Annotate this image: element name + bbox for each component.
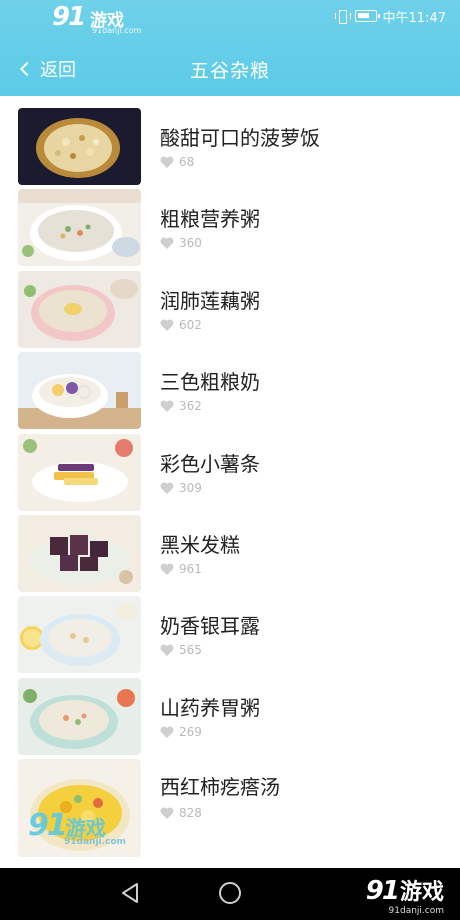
list-item[interactable]: 彩色小薯条 309 <box>0 422 460 511</box>
heart-icon <box>160 237 174 250</box>
like-number: 68 <box>179 155 195 169</box>
heart-icon <box>160 156 174 168</box>
list-item[interactable]: 三色粗粮奶 362 <box>0 340 460 430</box>
list-item[interactable]: 西红柿疙瘩汤 828 <box>0 747 460 867</box>
recipe-title: 三色粗粮奶 <box>160 370 260 395</box>
recipe-title: 西红柿疙瘩汤 <box>160 775 280 800</box>
nav-bar: 返回 五谷杂粮 <box>0 46 460 90</box>
like-count: 309 <box>160 481 202 495</box>
recipe-title: 粗粮营养粥 <box>160 207 260 232</box>
site-logo: 91 游戏 91danji.com <box>52 2 172 35</box>
like-number: 360 <box>179 236 202 251</box>
recipe-list: 酸甜可口的菠萝饭 68 粗粮营养粥 360 润肺莲藕粥 602 三色粗粮奶 36… <box>0 96 460 868</box>
list-item[interactable]: 粗粮营养粥 360 <box>0 177 460 267</box>
vibrate-icon <box>334 9 351 24</box>
corner-watermark-text: 游戏 <box>399 880 444 905</box>
home-circle-icon[interactable] <box>219 882 241 904</box>
heart-icon <box>160 400 174 413</box>
corner-watermark: 91游戏 91danji.com <box>365 874 444 916</box>
heart-icon <box>160 482 174 494</box>
heart-icon <box>160 319 174 331</box>
logo-domain: 91danji.com <box>92 26 142 35</box>
recipe-title: 黑米发糕 <box>160 532 240 557</box>
system-nav-bar: 91游戏 91danji.com <box>0 868 460 920</box>
list-item[interactable]: 润肺莲藕粥 602 <box>0 259 460 348</box>
corner-watermark-number: 91 <box>365 876 400 906</box>
recipe-thumbnail <box>18 759 141 858</box>
list-item[interactable]: 奶香银耳露 565 <box>0 584 460 674</box>
like-number: 602 <box>179 317 202 332</box>
like-count: 362 <box>160 399 202 413</box>
recipe-title: 润肺莲藕粥 <box>160 288 260 313</box>
battery-icon <box>354 10 380 22</box>
recipe-thumbnail <box>18 596 141 674</box>
recipe-thumbnail <box>18 514 141 592</box>
recipe-title: 山药养胃粥 <box>160 695 260 720</box>
recipe-title: 酸甜可口的菠萝饭 <box>160 126 320 150</box>
heart-icon <box>160 644 174 657</box>
like-count: 602 <box>160 318 202 332</box>
list-item[interactable]: 黑米发糕 961 <box>0 503 460 592</box>
like-count: 68 <box>160 155 194 169</box>
like-number: 565 <box>179 643 202 658</box>
recipe-title: 彩色小薯条 <box>160 451 260 476</box>
like-number: 362 <box>179 399 202 414</box>
status-bar: 91 游戏 91danji.com 中午11:47 <box>0 0 460 35</box>
recipe-title: 奶香银耳露 <box>160 614 260 639</box>
like-count: 360 <box>160 236 202 250</box>
page-title: 五谷杂粮 <box>189 60 270 82</box>
like-number: 961 <box>179 561 202 576</box>
like-count: 565 <box>160 643 202 657</box>
heart-icon <box>160 726 174 738</box>
recipe-thumbnail <box>18 189 141 267</box>
like-number: 309 <box>179 480 202 495</box>
like-number: 828 <box>179 806 202 821</box>
recipe-thumbnail <box>18 677 141 755</box>
like-count: 269 <box>160 725 202 739</box>
recipe-thumbnail <box>18 352 141 430</box>
header: 91 游戏 91danji.com 中午11:47 返回 五谷杂粮 <box>0 0 460 96</box>
recipe-thumbnail <box>18 433 141 511</box>
corner-watermark-domain: 91danji.com <box>388 906 444 916</box>
status-indicators: 中午11:47 <box>334 7 446 26</box>
heart-icon <box>160 807 174 820</box>
status-time: 中午11:47 <box>382 10 446 26</box>
like-count: 828 <box>160 806 202 820</box>
triangle-back-icon[interactable] <box>119 881 141 905</box>
heart-icon <box>160 563 174 575</box>
like-count: 961 <box>160 562 202 576</box>
list-item[interactable]: 山药养胃粥 269 <box>0 666 460 755</box>
like-number: 269 <box>179 724 202 739</box>
recipe-thumbnail <box>18 108 141 185</box>
logo-number: 91 <box>52 2 86 32</box>
list-item[interactable]: 酸甜可口的菠萝饭 68 <box>0 96 460 185</box>
recipe-thumbnail <box>18 270 141 348</box>
